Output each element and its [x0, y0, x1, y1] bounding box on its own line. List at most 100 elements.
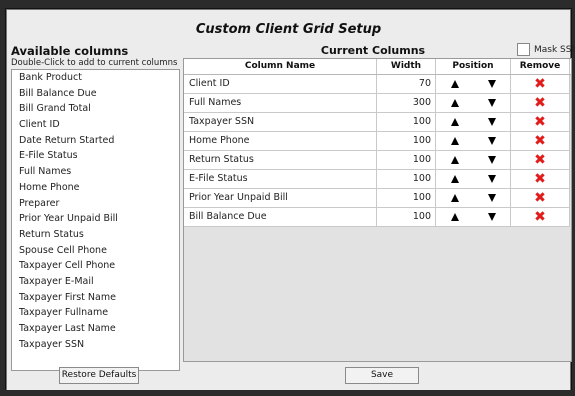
cell-position: [436, 75, 511, 93]
cell-position: [436, 94, 511, 112]
list-item[interactable]: E-File Status: [12, 148, 179, 164]
grid-header: Column Name Width Position Remove: [184, 59, 571, 75]
remove-x-icon[interactable]: ✖: [534, 172, 546, 186]
list-item[interactable]: Taxpayer E-Mail: [12, 274, 179, 290]
cell-width[interactable]: 100: [377, 132, 436, 150]
cell-column-name[interactable]: Return Status: [184, 151, 377, 169]
move-down-arrow-icon[interactable]: [487, 194, 496, 202]
cell-position: [436, 132, 511, 150]
cell-width[interactable]: 100: [377, 208, 436, 226]
move-up-arrow-icon[interactable]: [450, 80, 459, 88]
list-item[interactable]: Taxpayer SSN: [12, 337, 179, 353]
cell-remove: ✖: [511, 189, 570, 207]
dialog-title: Custom Client Grid Setup: [195, 22, 382, 37]
cell-width[interactable]: 100: [377, 170, 436, 188]
list-item[interactable]: Full Names: [12, 164, 179, 180]
move-down-arrow-icon[interactable]: [487, 156, 496, 164]
window-bottom-edge: [0, 390, 575, 396]
list-item[interactable]: Prior Year Unpaid Bill: [12, 211, 179, 227]
cell-remove: ✖: [511, 170, 570, 188]
table-row[interactable]: Full Names 300 ✖: [184, 94, 570, 113]
cell-remove: ✖: [511, 208, 570, 226]
mask-ssns-label: Mask SSNs: [534, 44, 575, 55]
table-row[interactable]: E-File Status 100 ✖: [184, 170, 570, 189]
remove-x-icon[interactable]: ✖: [534, 96, 546, 110]
remove-x-icon[interactable]: ✖: [534, 115, 546, 129]
list-item[interactable]: Spouse Cell Phone: [12, 243, 179, 259]
cell-column-name[interactable]: Full Names: [184, 94, 377, 112]
available-columns-title: Available columns: [11, 44, 129, 58]
table-row[interactable]: Home Phone 100 ✖: [184, 132, 570, 151]
available-columns-list[interactable]: Bank Product Bill Balance Due Bill Grand…: [11, 69, 180, 371]
cell-remove: ✖: [511, 132, 570, 150]
move-down-arrow-icon[interactable]: [487, 118, 496, 126]
move-up-arrow-icon[interactable]: [450, 99, 459, 107]
table-row[interactable]: Prior Year Unpaid Bill 100 ✖: [184, 189, 570, 208]
cell-width[interactable]: 70: [377, 75, 436, 93]
cell-column-name[interactable]: Client ID: [184, 75, 377, 93]
move-up-arrow-icon[interactable]: [450, 137, 459, 145]
mask-ssns-checkbox-box[interactable]: [517, 43, 530, 56]
cell-column-name[interactable]: Home Phone: [184, 132, 377, 150]
list-item[interactable]: Return Status: [12, 227, 179, 243]
cell-position: [436, 151, 511, 169]
list-item[interactable]: Date Return Started: [12, 133, 179, 149]
cell-remove: ✖: [511, 151, 570, 169]
cell-width[interactable]: 300: [377, 94, 436, 112]
move-down-arrow-icon[interactable]: [487, 99, 496, 107]
table-row[interactable]: Client ID 70 ✖: [184, 75, 570, 94]
cell-width[interactable]: 100: [377, 189, 436, 207]
restore-defaults-button[interactable]: Restore Defaults: [59, 367, 139, 384]
mask-ssns-checkbox[interactable]: Mask SSNs: [517, 43, 575, 56]
list-item[interactable]: Preparer: [12, 196, 179, 212]
cell-remove: ✖: [511, 75, 570, 93]
move-down-arrow-icon[interactable]: [487, 213, 496, 221]
remove-x-icon[interactable]: ✖: [534, 210, 546, 224]
move-up-arrow-icon[interactable]: [450, 175, 459, 183]
remove-x-icon[interactable]: ✖: [534, 191, 546, 205]
remove-x-icon[interactable]: ✖: [534, 153, 546, 167]
list-item[interactable]: Home Phone: [12, 180, 179, 196]
list-item[interactable]: Bank Product: [12, 70, 179, 86]
list-item[interactable]: Taxpayer Last Name: [12, 321, 179, 337]
list-item[interactable]: Bill Grand Total: [12, 101, 179, 117]
move-down-arrow-icon[interactable]: [487, 137, 496, 145]
header-column-name[interactable]: Column Name: [184, 59, 377, 74]
list-item[interactable]: Taxpayer Fullname: [12, 305, 179, 321]
header-width[interactable]: Width: [377, 59, 436, 74]
cell-column-name[interactable]: E-File Status: [184, 170, 377, 188]
cell-position: [436, 208, 511, 226]
cell-column-name[interactable]: Taxpayer SSN: [184, 113, 377, 131]
grid-rows: Client ID 70 ✖ Full Names 300 ✖ Taxpayer SSN 10…: [184, 75, 571, 227]
move-down-arrow-icon[interactable]: [487, 175, 496, 183]
list-item[interactable]: Client ID: [12, 117, 179, 133]
cell-position: [436, 170, 511, 188]
cell-column-name[interactable]: Bill Balance Due: [184, 208, 377, 226]
table-row[interactable]: Bill Balance Due 100 ✖: [184, 208, 570, 227]
move-up-arrow-icon[interactable]: [450, 156, 459, 164]
move-down-arrow-icon[interactable]: [487, 80, 496, 88]
current-columns-grid: Column Name Width Position Remove Client…: [183, 58, 572, 362]
move-up-arrow-icon[interactable]: [450, 118, 459, 126]
move-up-arrow-icon[interactable]: [450, 213, 459, 221]
header-position[interactable]: Position: [436, 59, 511, 74]
list-item[interactable]: Taxpayer Cell Phone: [12, 258, 179, 274]
list-item[interactable]: Taxpayer First Name: [12, 290, 179, 306]
move-up-arrow-icon[interactable]: [450, 194, 459, 202]
cell-column-name[interactable]: Prior Year Unpaid Bill: [184, 189, 377, 207]
window-top-edge: [0, 0, 575, 9]
list-item[interactable]: Bill Balance Due: [12, 86, 179, 102]
cell-remove: ✖: [511, 113, 570, 131]
table-row[interactable]: Return Status 100 ✖: [184, 151, 570, 170]
remove-x-icon[interactable]: ✖: [534, 134, 546, 148]
header-remove[interactable]: Remove: [511, 59, 570, 74]
remove-x-icon[interactable]: ✖: [534, 77, 546, 91]
table-row[interactable]: Taxpayer SSN 100 ✖: [184, 113, 570, 132]
current-columns-title: Current Columns: [320, 44, 426, 57]
cell-width[interactable]: 100: [377, 151, 436, 169]
cell-position: [436, 113, 511, 131]
cell-width[interactable]: 100: [377, 113, 436, 131]
available-columns-hint: Double-Click to add to current columns: [11, 58, 178, 68]
cell-position: [436, 189, 511, 207]
save-button[interactable]: Save: [345, 367, 419, 384]
